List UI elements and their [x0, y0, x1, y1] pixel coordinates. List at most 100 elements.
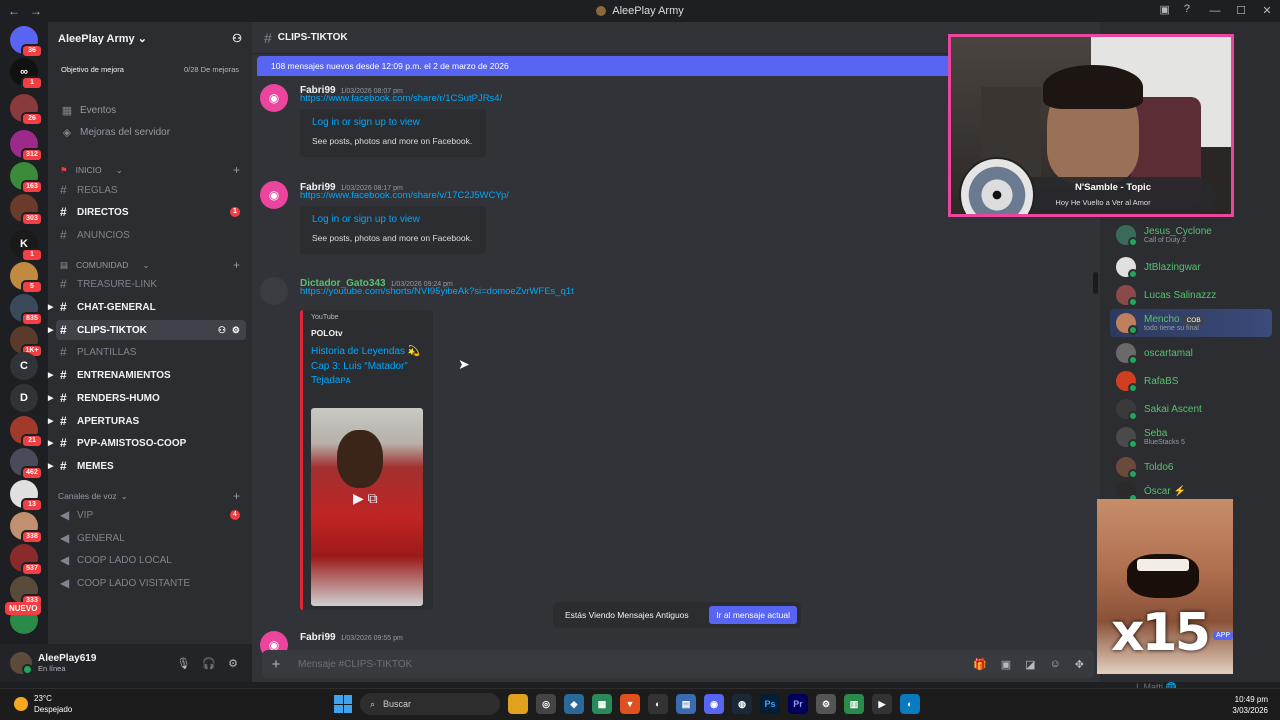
channel-chat-general[interactable]: ▶ # CHAT-GENERAL: [48, 297, 252, 317]
emoji-icon[interactable]: ☺: [1050, 658, 1061, 671]
calculator-icon[interactable]: ▤: [676, 694, 696, 714]
invite-icon[interactable]: ⚇: [218, 325, 226, 336]
avatar[interactable]: [10, 652, 33, 675]
server-icon[interactable]: D: [10, 384, 38, 412]
channel-reglas[interactable]: # REGLAS: [48, 180, 252, 200]
add-channel-icon[interactable]: +: [233, 258, 240, 272]
server-icon[interactable]: 333: [10, 576, 43, 608]
app-icon[interactable]: ◆: [564, 694, 584, 714]
member-item[interactable]: Seba BlueStacks 5: [1116, 424, 1185, 450]
server-icon[interactable]: 26: [10, 94, 43, 126]
minimize-button[interactable]: —: [1202, 0, 1228, 22]
microphone-icon[interactable]: 🎙: [176, 657, 190, 670]
voice-channel-local[interactable]: ◀ COOP LADO LOCAL: [48, 550, 252, 570]
server-header[interactable]: AleePlay Army ⌄ ⚇: [48, 22, 252, 54]
server-icon[interactable]: 537: [10, 544, 43, 576]
channel-aperturas[interactable]: ▶ # APERTURAS: [48, 411, 252, 431]
maximize-button[interactable]: ☐: [1228, 0, 1254, 22]
steam-icon[interactable]: ◍: [732, 694, 752, 714]
message-input[interactable]: [298, 658, 898, 670]
brave-icon[interactable]: ▼: [620, 694, 640, 714]
server-icon[interactable]: 312: [10, 130, 43, 162]
sidebar-item-mejoras[interactable]: ◈ Mejoras del servidor: [48, 122, 252, 142]
taskbar-search[interactable]: ⌕ Buscar: [360, 693, 500, 715]
channel-entrenamientos[interactable]: ▶ # ENTRENAMIENTOS: [48, 365, 252, 385]
server-icon[interactable]: 1K+: [10, 326, 43, 358]
category-comunidad[interactable]: ▤ COMUNIDAD ⌄ +: [48, 257, 252, 273]
server-icon[interactable]: 13: [10, 480, 43, 512]
gif-icon[interactable]: ▣: [1001, 658, 1011, 671]
server-icon[interactable]: 5: [10, 262, 43, 294]
category-inicio[interactable]: ⚑ INICIO ⌄ +: [48, 162, 252, 178]
sidebar-item-eventos[interactable]: ▦ Eventos: [48, 100, 252, 120]
server-icon[interactable]: 163: [10, 162, 43, 194]
premiere-icon[interactable]: Pr: [788, 694, 808, 714]
app-icon[interactable]: ◐: [648, 694, 668, 714]
avatar[interactable]: [260, 277, 288, 305]
channel-directos[interactable]: # DIRECTOS 1: [48, 202, 252, 222]
weather-widget[interactable]: 23°C Despejado: [14, 693, 72, 715]
gift-icon[interactable]: 🎁: [973, 658, 987, 671]
help-icon[interactable]: ?: [1184, 3, 1190, 16]
add-channel-icon[interactable]: +: [233, 163, 240, 177]
server-icon[interactable]: 462: [10, 448, 43, 480]
server-icon[interactable]: K1: [10, 230, 43, 262]
voice-channel-general[interactable]: ◀ GENERAL: [48, 528, 252, 548]
windows-start-icon[interactable]: [334, 695, 352, 713]
gear-icon[interactable]: ⚙: [228, 657, 238, 670]
edge-icon[interactable]: ◐: [900, 694, 920, 714]
member-item[interactable]: oscartamal: [1116, 340, 1193, 366]
notes-icon[interactable]: ▥: [844, 694, 864, 714]
message-author[interactable]: Fabri99: [300, 632, 336, 643]
inbox-icon[interactable]: ▣: [1159, 3, 1169, 16]
channel-memes[interactable]: ▶ # MEMES: [48, 456, 252, 476]
server-icon[interactable]: 36: [10, 26, 43, 58]
jump-to-present-button[interactable]: Ir al mensaje actual: [709, 606, 797, 624]
play-icon[interactable]: ▶ ⧉: [353, 490, 378, 507]
member-item[interactable]: Mencho COB todo tiene su final: [1116, 310, 1204, 336]
channel-renders-humo[interactable]: ▶ # RENDERS-HUMO: [48, 388, 252, 408]
member-item[interactable]: RafaBS: [1116, 368, 1178, 394]
embed-title[interactable]: Log in or sign up to view: [312, 214, 420, 225]
voice-channel-visitante[interactable]: ◀ COOP LADO VISITANTE: [48, 573, 252, 593]
embed-author[interactable]: POLOtv: [311, 328, 343, 338]
media-player-icon[interactable]: ▶: [872, 694, 892, 714]
member-item[interactable]: JtBlazingwar: [1116, 254, 1201, 280]
channel-anuncios[interactable]: # ANUNCIOS: [48, 225, 252, 245]
scrollbar[interactable]: [1093, 272, 1098, 294]
voice-channel-vip[interactable]: ◀ VIP 4: [48, 505, 252, 525]
embed-title[interactable]: Log in or sign up to view: [312, 117, 420, 128]
settings-icon[interactable]: ⚙: [232, 325, 240, 336]
member-item[interactable]: Toldo6: [1116, 454, 1173, 480]
message-link[interactable]: https://www.facebook.com/share/v/17C2J5W…: [300, 190, 509, 201]
member-item[interactable]: Lucas Salinazzz: [1116, 282, 1216, 308]
back-forward-icon[interactable]: ←→: [8, 4, 52, 18]
server-icon[interactable]: 835: [10, 294, 43, 326]
server-icon[interactable]: 21: [10, 416, 43, 448]
member-item[interactable]: Sakai Ascent: [1116, 396, 1202, 422]
channel-treasure-link[interactable]: # TREASURE-LINK: [48, 274, 252, 294]
server-icon[interactable]: 303: [10, 194, 43, 226]
discord-avatar-icon[interactable]: ◉: [260, 84, 288, 112]
server-icon[interactable]: C: [10, 352, 38, 380]
taskbar-clock[interactable]: 10:49 pm 3/03/2026: [1232, 694, 1268, 716]
add-channel-icon[interactable]: +: [233, 489, 240, 503]
app-icon[interactable]: ▦: [592, 694, 612, 714]
add-member-icon[interactable]: ⚇: [232, 32, 242, 45]
channel-pvp-amistoso-coop[interactable]: ▶ # PVP-AMISTOSO-COOP: [48, 433, 252, 453]
close-button[interactable]: ✕: [1254, 0, 1280, 22]
discord-avatar-icon[interactable]: ◉: [260, 181, 288, 209]
message-link[interactable]: https://www.facebook.com/share/r/1CSutPJ…: [300, 93, 502, 104]
member-item[interactable]: Jesus_Cyclone Call of Duty 2: [1116, 222, 1212, 248]
upload-plus-icon[interactable]: +: [262, 656, 290, 673]
channel-clips-tiktok[interactable]: ▶ # CLIPS-TIKTOK ⚙ ⚇: [48, 320, 246, 340]
server-icon[interactable]: 338: [10, 512, 43, 544]
message-link[interactable]: https://youtube.com/shorts/NVI95yibeAk?s…: [300, 286, 574, 297]
file-explorer-icon[interactable]: [508, 694, 528, 714]
new-messages-banner[interactable]: 108 mensajes nuevos desde 12:09 p.m. el …: [257, 56, 955, 76]
boost-goal[interactable]: Objetivo de mejora 0/28 De mejoras: [56, 60, 244, 78]
channel-plantillas[interactable]: # PLANTILLAS: [48, 342, 252, 362]
server-icon[interactable]: ∞ 1: [10, 58, 43, 90]
video-thumbnail[interactable]: ▶ ⧉: [311, 408, 423, 606]
settings-icon[interactable]: ⚙: [816, 694, 836, 714]
